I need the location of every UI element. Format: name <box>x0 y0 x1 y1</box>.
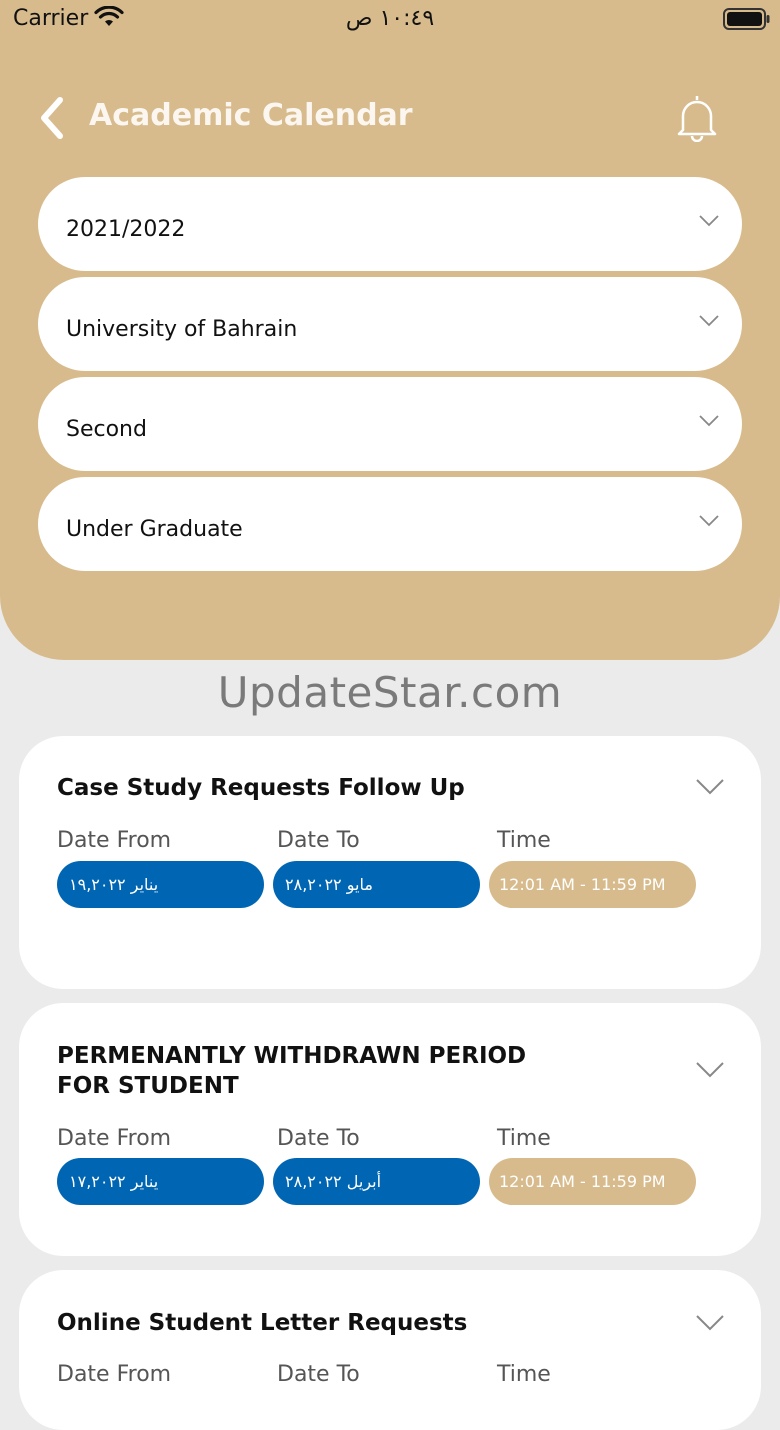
time-pill: 12:01 AM - 11:59 PM <box>489 1158 696 1205</box>
university-value: University of Bahrain <box>66 317 298 342</box>
chevron-down-icon[interactable] <box>695 1314 725 1336</box>
date-from-pill: يناير ١٩,٢٠٢٢ <box>57 861 264 908</box>
page-title: Academic Calendar <box>89 98 413 133</box>
event-card[interactable]: Online Student Letter Requests Date From… <box>19 1270 761 1430</box>
university-select[interactable]: University of Bahrain <box>38 277 742 371</box>
event-title: Case Study Requests Follow Up <box>57 775 465 801</box>
year-select[interactable]: 2021/2022 <box>38 177 742 271</box>
date-from-value: يناير ١٩,٢٠٢٢ <box>69 875 159 894</box>
year-value: 2021/2022 <box>66 217 186 242</box>
event-card[interactable]: Case Study Requests Follow Up Date From … <box>19 736 761 989</box>
semester-value: Second <box>66 417 147 442</box>
date-to-label: Date To <box>277 1126 360 1151</box>
chevron-down-icon <box>698 313 720 332</box>
date-from-value: يناير ١٧,٢٠٢٢ <box>69 1172 159 1191</box>
chevron-down-icon <box>698 213 720 232</box>
time-pill: 12:01 AM - 11:59 PM <box>489 861 696 908</box>
nav-bar: Academic Calendar <box>0 88 780 148</box>
date-from-label: Date From <box>57 828 172 853</box>
date-from-label: Date From <box>57 1126 172 1151</box>
time-label: Time <box>497 1362 551 1387</box>
date-to-pill: مايو ٢٨,٢٠٢٢ <box>273 861 480 908</box>
date-to-value: أبريل ٢٨,٢٠٢٢ <box>285 1172 382 1191</box>
watermark-text: UpdateStar.com <box>217 668 563 717</box>
semester-select[interactable]: Second <box>38 377 742 471</box>
date-from-label: Date From <box>57 1362 172 1387</box>
chevron-down-icon <box>698 413 720 432</box>
date-to-value: مايو ٢٨,٢٠٢٢ <box>285 875 373 894</box>
chevron-down-icon[interactable] <box>695 1061 725 1083</box>
chevron-down-icon <box>698 513 720 532</box>
back-chevron-icon[interactable] <box>36 96 72 140</box>
chevron-down-icon[interactable] <box>695 778 725 800</box>
bell-icon[interactable] <box>675 92 719 146</box>
time-label: Time <box>497 828 551 853</box>
date-to-pill: أبريل ٢٨,٢٠٢٢ <box>273 1158 480 1205</box>
time-label: Time <box>497 1126 551 1151</box>
event-title: Online Student Letter Requests <box>57 1310 468 1336</box>
event-title: PERMENANTLY WITHDRAWN PERIOD FOR STUDENT <box>57 1043 527 1099</box>
status-bar: Carrier ١٠:٤٩ ص <box>0 0 780 40</box>
time-value: 12:01 AM - 11:59 PM <box>499 875 666 894</box>
level-select[interactable]: Under Graduate <box>38 477 742 571</box>
time-value: 12:01 AM - 11:59 PM <box>499 1172 666 1191</box>
date-to-label: Date To <box>277 1362 360 1387</box>
date-from-pill: يناير ١٧,٢٠٢٢ <box>57 1158 264 1205</box>
event-card[interactable]: PERMENANTLY WITHDRAWN PERIOD FOR STUDENT… <box>19 1003 761 1256</box>
battery-icon <box>723 8 771 34</box>
date-to-label: Date To <box>277 828 360 853</box>
level-value: Under Graduate <box>66 517 243 542</box>
status-time: ١٠:٤٩ ص <box>345 6 435 31</box>
